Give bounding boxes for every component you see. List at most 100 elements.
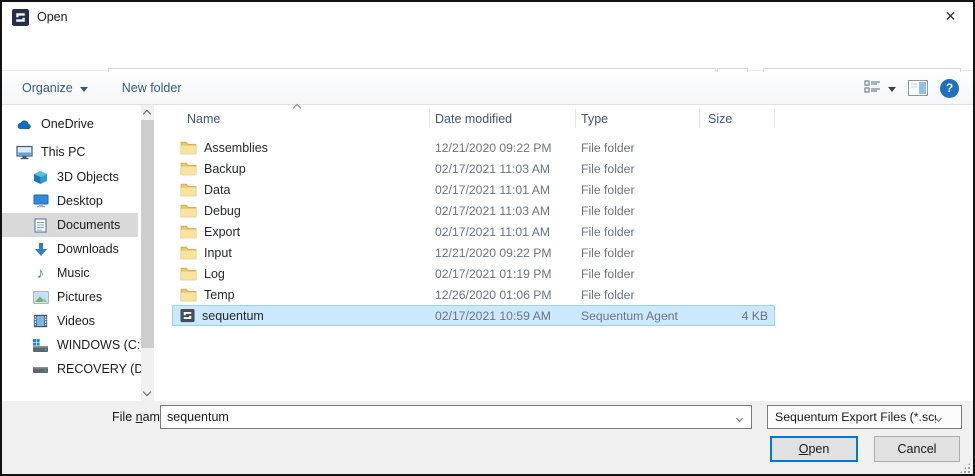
file-name: Temp	[204, 288, 235, 302]
scroll-down-icon[interactable]	[143, 388, 151, 396]
sidebar-item-label: Desktop	[57, 194, 103, 208]
column-header-size[interactable]: Size	[700, 109, 775, 128]
open-button[interactable]: Open	[770, 436, 858, 462]
picture-icon	[32, 289, 49, 306]
file-size: 4 KB	[700, 309, 768, 323]
new-folder-button[interactable]: New folder	[122, 81, 182, 95]
file-name-combobox[interactable]	[160, 405, 752, 429]
onedrive-icon	[16, 116, 33, 133]
music-note-icon: ♪	[32, 265, 49, 282]
folder-icon	[180, 266, 197, 281]
resize-grip[interactable]	[959, 462, 971, 474]
chevron-down-icon[interactable]	[737, 410, 742, 424]
file-date: 02/17/2021 10:59 AM	[430, 309, 576, 323]
sidebar-item-this-pc[interactable]: This PC	[2, 140, 138, 164]
file-date: 02/17/2021 11:03 AM	[430, 162, 576, 176]
new-folder-label: New folder	[122, 81, 182, 95]
sidebar-item-recovery-d[interactable]: RECOVERY (D:)	[2, 357, 138, 381]
folder-icon	[180, 287, 197, 302]
folder-icon	[180, 161, 197, 176]
cube-icon	[32, 169, 49, 186]
organize-button[interactable]: Organize	[22, 81, 88, 95]
file-name-input[interactable]	[161, 410, 737, 424]
table-row-selected[interactable]: sequentum 02/17/2021 10:59 AM Sequentum …	[172, 305, 775, 326]
file-type: File folder	[576, 204, 700, 218]
folder-icon	[180, 224, 197, 239]
file-rows: Assemblies 12/21/2020 09:22 PM File fold…	[172, 137, 968, 326]
sidebar-item-onedrive[interactable]: OneDrive	[2, 112, 138, 136]
file-list: Name Date modified Type Size Assemblies …	[172, 105, 968, 401]
folder-icon	[180, 245, 197, 260]
file-type-select[interactable]: Sequentum Export Files (*.scgx	[767, 405, 962, 429]
video-icon	[32, 313, 49, 330]
column-header-type[interactable]: Type	[576, 109, 700, 128]
file-name: Data	[204, 183, 230, 197]
file-type: File folder	[576, 141, 700, 155]
navigation-bar: ← → ↑ This PC Documents Content Grabber …	[2, 32, 973, 71]
scrollbar-thumb[interactable]	[141, 120, 154, 348]
sidebar-item-documents[interactable]: Documents	[2, 213, 138, 237]
folder-icon	[180, 140, 197, 155]
file-name: sequentum	[202, 309, 264, 323]
file-date: 02/17/2021 11:03 AM	[430, 204, 576, 218]
table-row[interactable]: Backup 02/17/2021 11:03 AM File folder	[172, 158, 775, 179]
sidebar-item-label: Documents	[57, 218, 120, 232]
sequentum-logo-icon	[12, 9, 29, 26]
file-type: File folder	[576, 162, 700, 176]
file-type: File folder	[576, 267, 700, 281]
sidebar-item-label: Pictures	[57, 290, 102, 304]
table-row[interactable]: Export 02/17/2021 11:01 AM File folder	[172, 221, 775, 242]
sidebar-item-label: Music	[57, 266, 90, 280]
chevron-down-icon	[80, 87, 88, 92]
organize-label: Organize	[22, 81, 73, 95]
download-arrow-icon	[32, 241, 49, 258]
table-row[interactable]: Temp 12/26/2020 01:06 PM File folder	[172, 284, 775, 305]
file-type: File folder	[576, 246, 700, 260]
sidebar-item-pictures[interactable]: Pictures	[2, 285, 138, 309]
table-row[interactable]: Assemblies 12/21/2020 09:22 PM File fold…	[172, 137, 775, 158]
sidebar-item-desktop[interactable]: Desktop	[2, 189, 138, 213]
sidebar-scrollbar[interactable]	[141, 105, 154, 401]
sidebar-item-label: OneDrive	[41, 117, 94, 131]
title-bar[interactable]: Open ✕	[2, 2, 973, 32]
sidebar-item-label: RECOVERY (D:)	[57, 362, 151, 376]
chevron-down-icon	[936, 410, 941, 424]
sidebar-item-windows-c[interactable]: WINDOWS (C:)	[2, 333, 138, 357]
file-date: 12/26/2020 01:06 PM	[430, 288, 576, 302]
sidebar-item-music[interactable]: ♪ Music	[2, 261, 138, 285]
main-area: OneDrive This PC	[2, 105, 973, 401]
file-type-value: Sequentum Export Files (*.scgx	[768, 410, 936, 424]
view-mode-button[interactable]	[864, 80, 896, 96]
file-name: Input	[204, 246, 232, 260]
table-row[interactable]: Log 02/17/2021 01:19 PM File folder	[172, 263, 775, 284]
file-date: 02/17/2021 11:01 AM	[430, 183, 576, 197]
folder-icon	[180, 203, 197, 218]
document-icon	[32, 217, 49, 234]
table-row[interactable]: Data 02/17/2021 11:01 AM File folder	[172, 179, 775, 200]
drive-c-icon	[32, 337, 49, 354]
cancel-button[interactable]: Cancel	[874, 436, 960, 462]
file-type: File folder	[576, 225, 700, 239]
file-date: 02/17/2021 01:19 PM	[430, 267, 576, 281]
preview-pane-icon[interactable]	[908, 80, 928, 96]
file-type: Sequentum Agent	[576, 309, 700, 323]
table-row[interactable]: Input 12/21/2020 09:22 PM File folder	[172, 242, 775, 263]
sidebar-item-3d-objects[interactable]: 3D Objects	[2, 165, 138, 189]
column-header-name[interactable]: Name	[172, 109, 430, 128]
sidebar-item-downloads[interactable]: Downloads	[2, 237, 138, 261]
help-button[interactable]: ?	[940, 79, 959, 98]
computer-icon	[16, 144, 33, 161]
scroll-up-icon[interactable]	[143, 110, 151, 118]
close-button[interactable]: ✕	[928, 2, 973, 31]
table-row[interactable]: Debug 02/17/2021 11:03 AM File folder	[172, 200, 775, 221]
sidebar-item-label: Downloads	[57, 242, 119, 256]
sidebar-item-videos[interactable]: Videos	[2, 309, 138, 333]
file-name: Backup	[204, 162, 246, 176]
column-header-date-modified[interactable]: Date modified	[430, 109, 576, 128]
desktop-icon	[32, 193, 49, 210]
file-date: 02/17/2021 11:01 AM	[430, 225, 576, 239]
sidebar-item-label: 3D Objects	[57, 170, 119, 184]
file-name: Debug	[204, 204, 241, 218]
folder-icon	[180, 182, 197, 197]
details-view-icon	[864, 80, 882, 96]
